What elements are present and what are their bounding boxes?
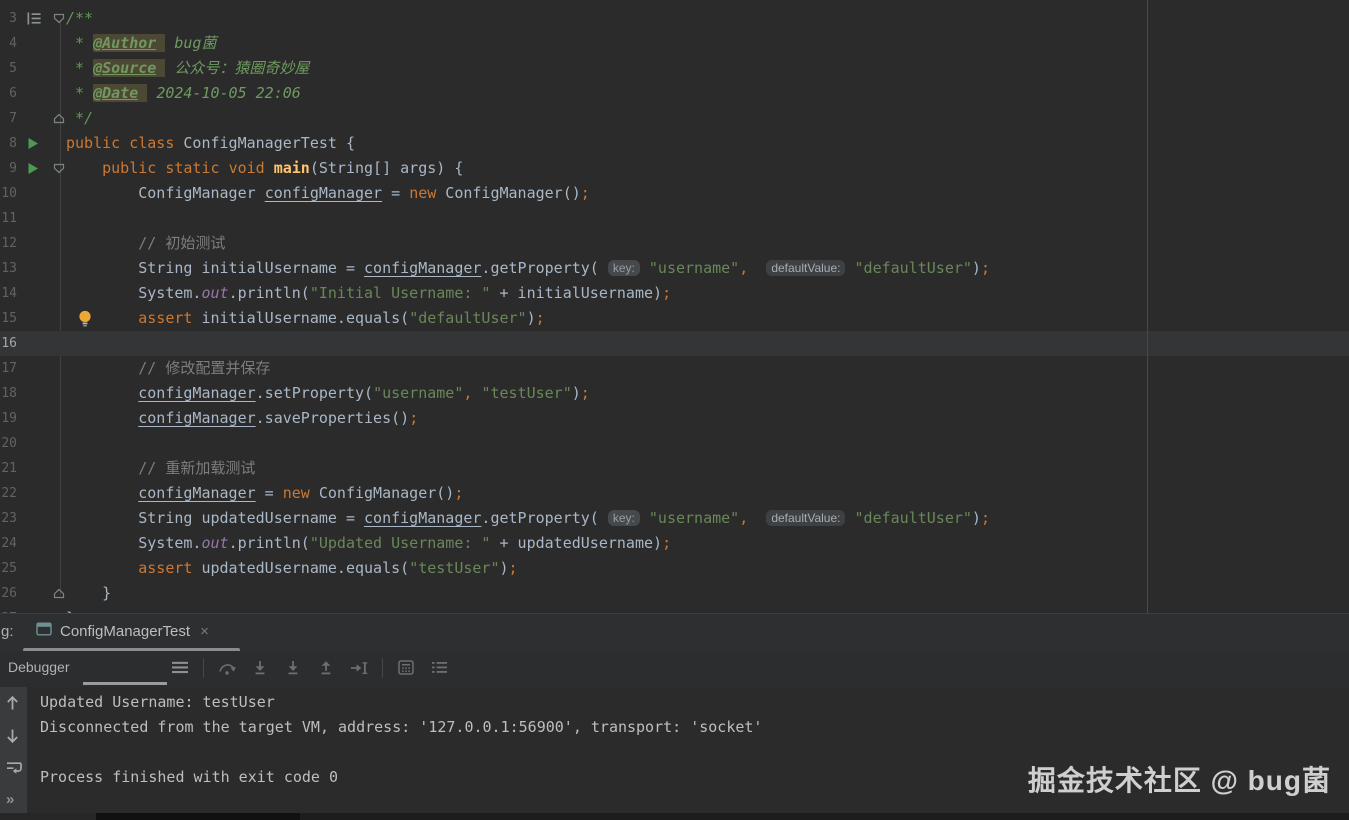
code-text: configManager = new ConfigManager(); [138,484,464,502]
more-chevrons-icon[interactable]: » [6,792,14,807]
scroll-up-icon[interactable] [6,695,19,711]
line-number: 9 [9,161,17,176]
line-number: 15 [1,311,17,326]
console-output[interactable]: Updated Username: testUser Disconnected f… [40,690,762,790]
console-line: Updated Username: testUser [40,693,275,711]
code-editor[interactable]: 3 /** 4 * @Author bug菌 5 * @Source 公众号：猿圈奇妙… [0,0,1349,613]
line-number: 18 [1,386,17,401]
line-number: 17 [1,361,17,376]
code-text: } [66,606,75,613]
bottom-edge-bar [0,813,1349,820]
line-number: 7 [9,111,17,126]
line-number: 20 [1,436,17,451]
line-number: 12 [1,236,17,251]
filter-icon[interactable] [429,658,449,678]
watermark-text: 掘金技术社区 @ bug菌 [1027,765,1331,796]
line-number: 13 [1,261,17,276]
line-number: 22 [1,486,17,501]
code-text: * @Author bug菌 [66,34,217,52]
line-number: 24 [1,536,17,551]
debug-toolbar-row: Debugger Console [0,651,1349,688]
force-step-into-icon[interactable] [283,658,303,678]
hamburger-icon[interactable] [170,658,190,678]
toolbar-separator [382,657,383,678]
gutter-list-icon [27,12,41,25]
code-text: String updatedUsername = configManager.g… [66,509,990,527]
code-text: assert updatedUsername.equals("testUser"… [138,559,518,577]
code-text: System.out.println("Updated Username: " … [66,534,672,552]
step-into-icon[interactable] [250,658,270,678]
evaluate-expression-icon[interactable] [396,658,416,678]
fold-end-icon[interactable] [53,587,65,600]
line-number: 21 [1,461,17,476]
ide-window: 3 /** 4 * @Author bug菌 5 * @Source 公众号：猿圈奇妙… [0,0,1349,820]
code-text: // 重新加载测试 [66,459,256,477]
line-number: 25 [1,561,17,576]
debugger-toolbar-icons [170,651,449,684]
code-text: // 初始测试 [66,234,226,252]
soft-wrap-icon[interactable] [6,760,22,775]
console-window-icon [36,622,52,641]
debug-window-label: g: [1,623,14,640]
code-text: * @Source 公众号：猿圈奇妙屋 [66,59,310,77]
code-text: public static void main(String[] args) { [102,159,464,177]
line-number: 3 [9,11,17,26]
line-number: 14 [1,286,17,301]
line-number: 27 [0,606,17,613]
code-text: System.out.println("Initial Username: " … [66,284,672,302]
debug-tab-strip: g: ConfigManagerTest × [0,613,1349,652]
run-tab-configmanagertest[interactable]: ConfigManagerTest × [36,614,209,648]
code-text: ConfigManager configManager = new Config… [66,184,590,202]
close-icon[interactable]: × [200,623,209,640]
right-margin-guide [1147,0,1148,613]
code-text: /** [66,9,94,27]
code-text: configManager.setProperty("username", "t… [138,384,590,402]
scroll-down-icon[interactable] [6,728,19,744]
selected-tab-underline [83,682,167,685]
console-toolbar: » [0,687,27,813]
step-out-icon[interactable] [316,658,336,678]
fold-end-icon[interactable] [53,112,65,125]
line-number: 19 [1,411,17,426]
run-icon[interactable] [27,162,39,175]
console-line: Disconnected from the target VM, address… [40,718,763,736]
toolbar-separator [203,657,204,678]
code-text: * @Date 2024-10-05 22:06 [66,84,301,102]
line-number: 26 [1,586,17,601]
line-number: 6 [9,86,17,101]
tab-debugger[interactable]: Debugger [8,651,70,684]
step-over-icon[interactable] [217,658,237,678]
line-number: 8 [9,136,17,151]
line-number: 11 [1,211,17,226]
line-number: 5 [9,61,17,76]
code-text: public class ConfigManagerTest { [66,134,355,152]
line-number: 16 [1,336,17,351]
run-to-cursor-icon[interactable] [349,658,369,678]
line-number: 23 [1,511,17,526]
fold-start-icon[interactable] [53,12,65,25]
run-tab-label: ConfigManagerTest [60,622,191,640]
fold-start-icon[interactable] [53,162,65,175]
line-number: 10 [1,186,17,201]
line-number: 4 [9,36,17,51]
console-line: Process finished with exit code 0 [40,768,339,786]
code-text: assert initialUsername.equals("defaultUs… [138,309,545,327]
run-icon[interactable] [27,137,39,150]
code-text: */ [66,109,94,127]
code-text: configManager.saveProperties(); [138,409,419,427]
code-text: String initialUsername = configManager.g… [66,259,990,277]
code-text: // 修改配置并保存 [66,359,271,377]
code-text: } [66,584,112,602]
